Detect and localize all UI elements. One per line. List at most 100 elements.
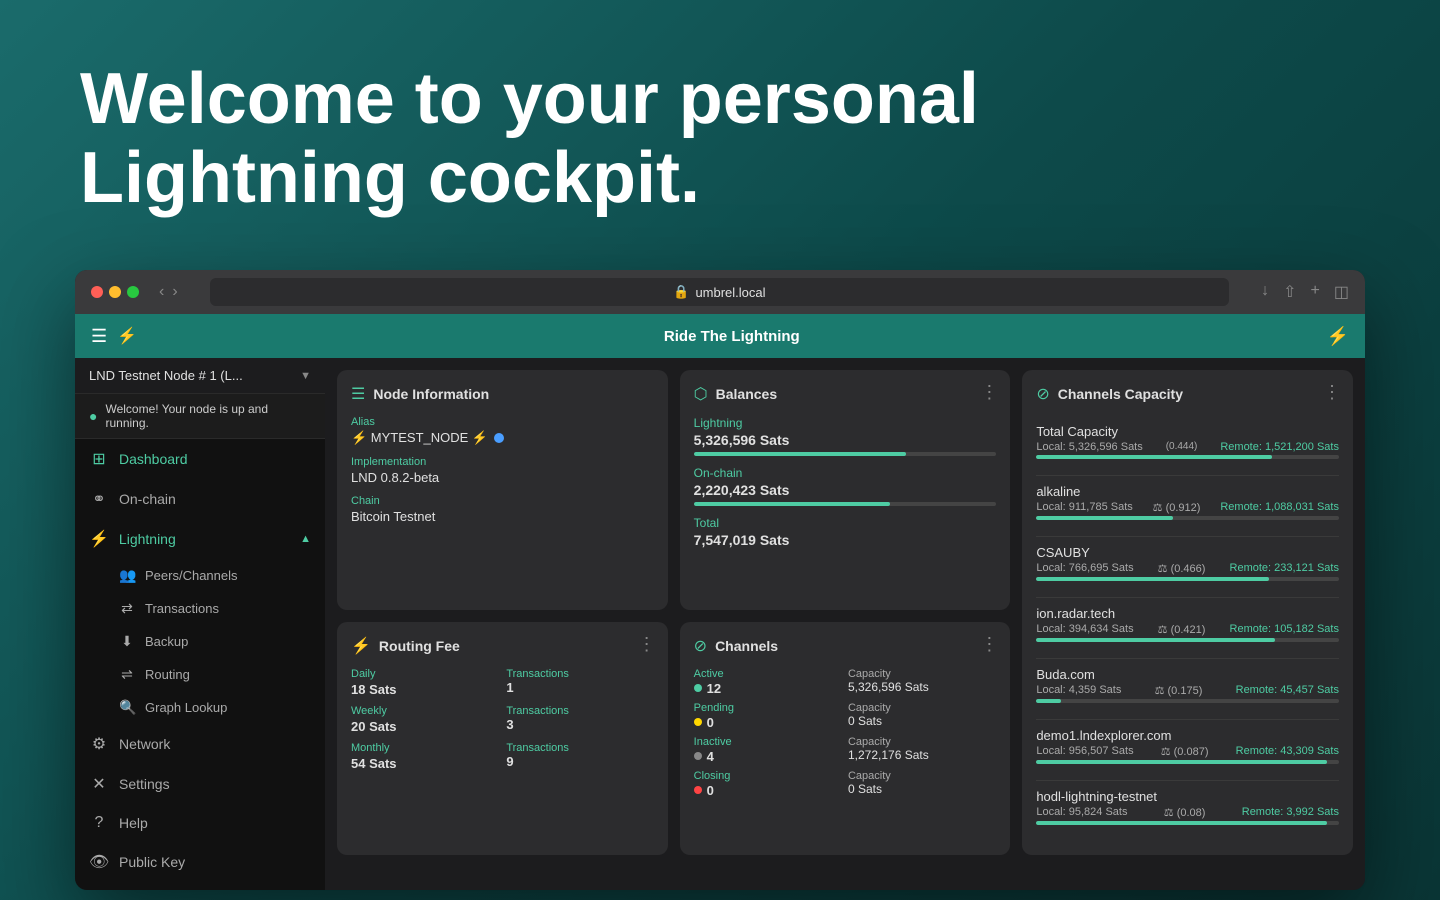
- address-bar[interactable]: 🔒 umbrel.local: [210, 278, 1229, 306]
- total-capacity-bar-bg: [1036, 455, 1339, 459]
- routing-monthly-tx-group: Transactions 9: [506, 742, 653, 771]
- sidebar-item-network[interactable]: ⚙ Network: [75, 724, 325, 764]
- traffic-light-green[interactable]: [127, 286, 139, 298]
- network-icon: ⚙: [89, 734, 109, 754]
- sidebar-item-settings[interactable]: ✕ Settings: [75, 764, 325, 804]
- sidebar-label-peers: Peers/Channels: [145, 568, 238, 583]
- routing-fee-card: ⚡ Routing Fee ⋮ Daily 18 Sats Transactio…: [337, 622, 668, 856]
- ch-local-csauby: Local: 766,695 Sats: [1036, 562, 1133, 575]
- ch-closing-cap-value: 0 Sats: [848, 782, 996, 796]
- download-icon[interactable]: ↓: [1261, 282, 1269, 302]
- total-capacity-bar-fill: [1036, 455, 1272, 459]
- ch-pending-dot: [694, 718, 702, 726]
- ch-local-ion: Local: 394,634 Sats: [1036, 623, 1133, 636]
- sidebar-item-onchain[interactable]: ⚭ On-chain: [75, 479, 325, 519]
- sidebar-label-transactions: Transactions: [145, 601, 219, 616]
- sidebar-label-public-key: Public Key: [119, 854, 185, 870]
- ch-scale-hodl: ⚖ (0.08): [1164, 806, 1206, 819]
- routing-monthly-tx-value: 9: [506, 754, 653, 769]
- ch-inactive-cap-value: 1,272,176 Sats: [848, 748, 996, 762]
- node-selector[interactable]: LND Testnet Node # 1 (L... ▼: [75, 358, 325, 394]
- sidebar-label-routing: Routing: [145, 667, 190, 682]
- address-bar-lock-icon: 🔒: [673, 284, 689, 300]
- routing-monthly-value: 54 Sats: [351, 756, 498, 771]
- balances-menu-icon[interactable]: ⋮: [980, 382, 998, 403]
- ch-local-alkaline: Local: 911,785 Sats: [1036, 501, 1132, 514]
- routing-weekly-label: Weekly: [351, 705, 498, 717]
- sidebar-item-logout[interactable]: ⬆ Logout: [75, 882, 325, 890]
- sidebar-item-help[interactable]: ? Help: [75, 804, 325, 842]
- routing-fee-menu-icon[interactable]: ⋮: [638, 634, 656, 655]
- rtl-node-icon[interactable]: ⚡: [117, 326, 137, 346]
- ch-bar-fill-buda: [1036, 699, 1060, 703]
- lightning-balance-bar: [694, 452, 906, 456]
- sidebar-item-lightning[interactable]: ⚡ Lightning ▲: [75, 519, 325, 559]
- channel-row-csauby: CSAUBY Local: 766,695 Sats ⚖ (0.466) Rem…: [1036, 537, 1339, 598]
- sidebar-item-backup[interactable]: ⬇ Backup: [75, 625, 325, 658]
- channels-capacity-icon: ⊘: [1036, 384, 1049, 404]
- onchain-balance-label: On-chain: [694, 466, 997, 480]
- onchain-balance-bar: [694, 502, 891, 506]
- ch-scale-buda: ⚖ (0.175): [1155, 684, 1203, 697]
- public-key-icon: 👁: [89, 852, 109, 872]
- channels-menu-icon[interactable]: ⋮: [980, 634, 998, 655]
- sidebar-item-dashboard[interactable]: ⊞ Dashboard: [75, 439, 325, 479]
- node-alias-dot: [494, 433, 504, 443]
- channels-icon: ⊘: [694, 636, 707, 656]
- ch-active-dot: [694, 684, 702, 692]
- browser-action-buttons: ↓ ⇧ + ◫: [1261, 282, 1349, 302]
- routing-daily-value: 18 Sats: [351, 682, 498, 697]
- notification-text: Welcome! Your node is up and running.: [105, 402, 311, 430]
- sidebar-label-graph: Graph Lookup: [145, 700, 227, 715]
- ch-active-status: 12: [694, 681, 842, 696]
- node-implementation-label: Implementation: [351, 456, 654, 468]
- ch-remote-hodl: Remote: 3,992 Sats: [1242, 806, 1339, 819]
- ch-scale-demo1: ⚖ (0.087): [1161, 745, 1209, 758]
- channels-active-capacity-group: Capacity 5,326,596 Sats: [848, 668, 996, 696]
- ch-active-value: 12: [707, 681, 721, 696]
- routing-daily-tx-group: Transactions 1: [506, 668, 653, 697]
- balances-card: ⬡ Balances ⋮ Lightning 5,326,596 Sats On…: [680, 370, 1011, 610]
- sidebar-item-public-key[interactable]: 👁 Public Key: [75, 842, 325, 882]
- ch-inactive-cap-label: Capacity: [848, 736, 996, 748]
- onchain-balance-value: 2,220,423 Sats: [694, 482, 997, 498]
- ch-pending-status: 0: [694, 715, 842, 730]
- routing-weekly-tx-group: Transactions 3: [506, 705, 653, 734]
- routing-monthly-label: Monthly: [351, 742, 498, 754]
- sidebar-item-routing[interactable]: ⇌ Routing: [75, 658, 325, 691]
- ch-inactive-dot: [694, 752, 702, 760]
- onchain-balance-bar-container: [694, 502, 997, 506]
- tabs-icon[interactable]: ◫: [1334, 282, 1349, 302]
- share-icon[interactable]: ⇧: [1283, 282, 1296, 302]
- channels-active-group: Active 12: [694, 668, 842, 696]
- ch-active-label: Active: [694, 668, 842, 680]
- channel-balance-csauby: Local: 766,695 Sats ⚖ (0.466) Remote: 23…: [1036, 562, 1339, 575]
- sidebar-item-peers-channels[interactable]: 👥 Peers/Channels: [75, 559, 325, 592]
- new-tab-icon[interactable]: +: [1311, 282, 1320, 302]
- hamburger-button[interactable]: ☰: [91, 326, 107, 347]
- routing-grid: Daily 18 Sats Transactions 1 Weekly 20 S…: [351, 668, 654, 771]
- sidebar-item-transactions[interactable]: ⇄ Transactions: [75, 592, 325, 625]
- total-capacity-local: Local: 5,326,596 Sats: [1036, 441, 1142, 453]
- sidebar-item-graph-lookup[interactable]: 🔍 Graph Lookup: [75, 691, 325, 724]
- channels-title: Channels: [715, 638, 778, 654]
- node-selector-text: LND Testnet Node # 1 (L...: [89, 368, 243, 383]
- lightning-icon: ⚡: [89, 529, 109, 549]
- sidebar-label-network: Network: [119, 736, 170, 752]
- routing-icon: ⇌: [119, 666, 135, 683]
- ch-scale-alkaline: ⚖ (0.912): [1153, 501, 1201, 514]
- lightning-balance-bar-container: [694, 452, 997, 456]
- traffic-light-red[interactable]: [91, 286, 103, 298]
- nav-back-button[interactable]: ‹: [159, 283, 164, 301]
- total-capacity-remote: Remote: 1,521,200 Sats: [1220, 441, 1339, 453]
- ch-remote-demo1: Remote: 43,309 Sats: [1236, 745, 1339, 758]
- nav-forward-button[interactable]: ›: [172, 283, 177, 301]
- ch-bar-fill-csauby: [1036, 577, 1269, 581]
- traffic-light-yellow[interactable]: [109, 286, 121, 298]
- node-selector-arrow-icon: ▼: [300, 370, 311, 382]
- node-chain-value: Bitcoin Testnet: [351, 509, 654, 524]
- settings-icon: ✕: [89, 774, 109, 794]
- app-header-title: Ride The Lightning: [137, 328, 1327, 345]
- channels-closing-group: Closing 0: [694, 770, 842, 798]
- channels-capacity-menu-icon[interactable]: ⋮: [1323, 382, 1341, 403]
